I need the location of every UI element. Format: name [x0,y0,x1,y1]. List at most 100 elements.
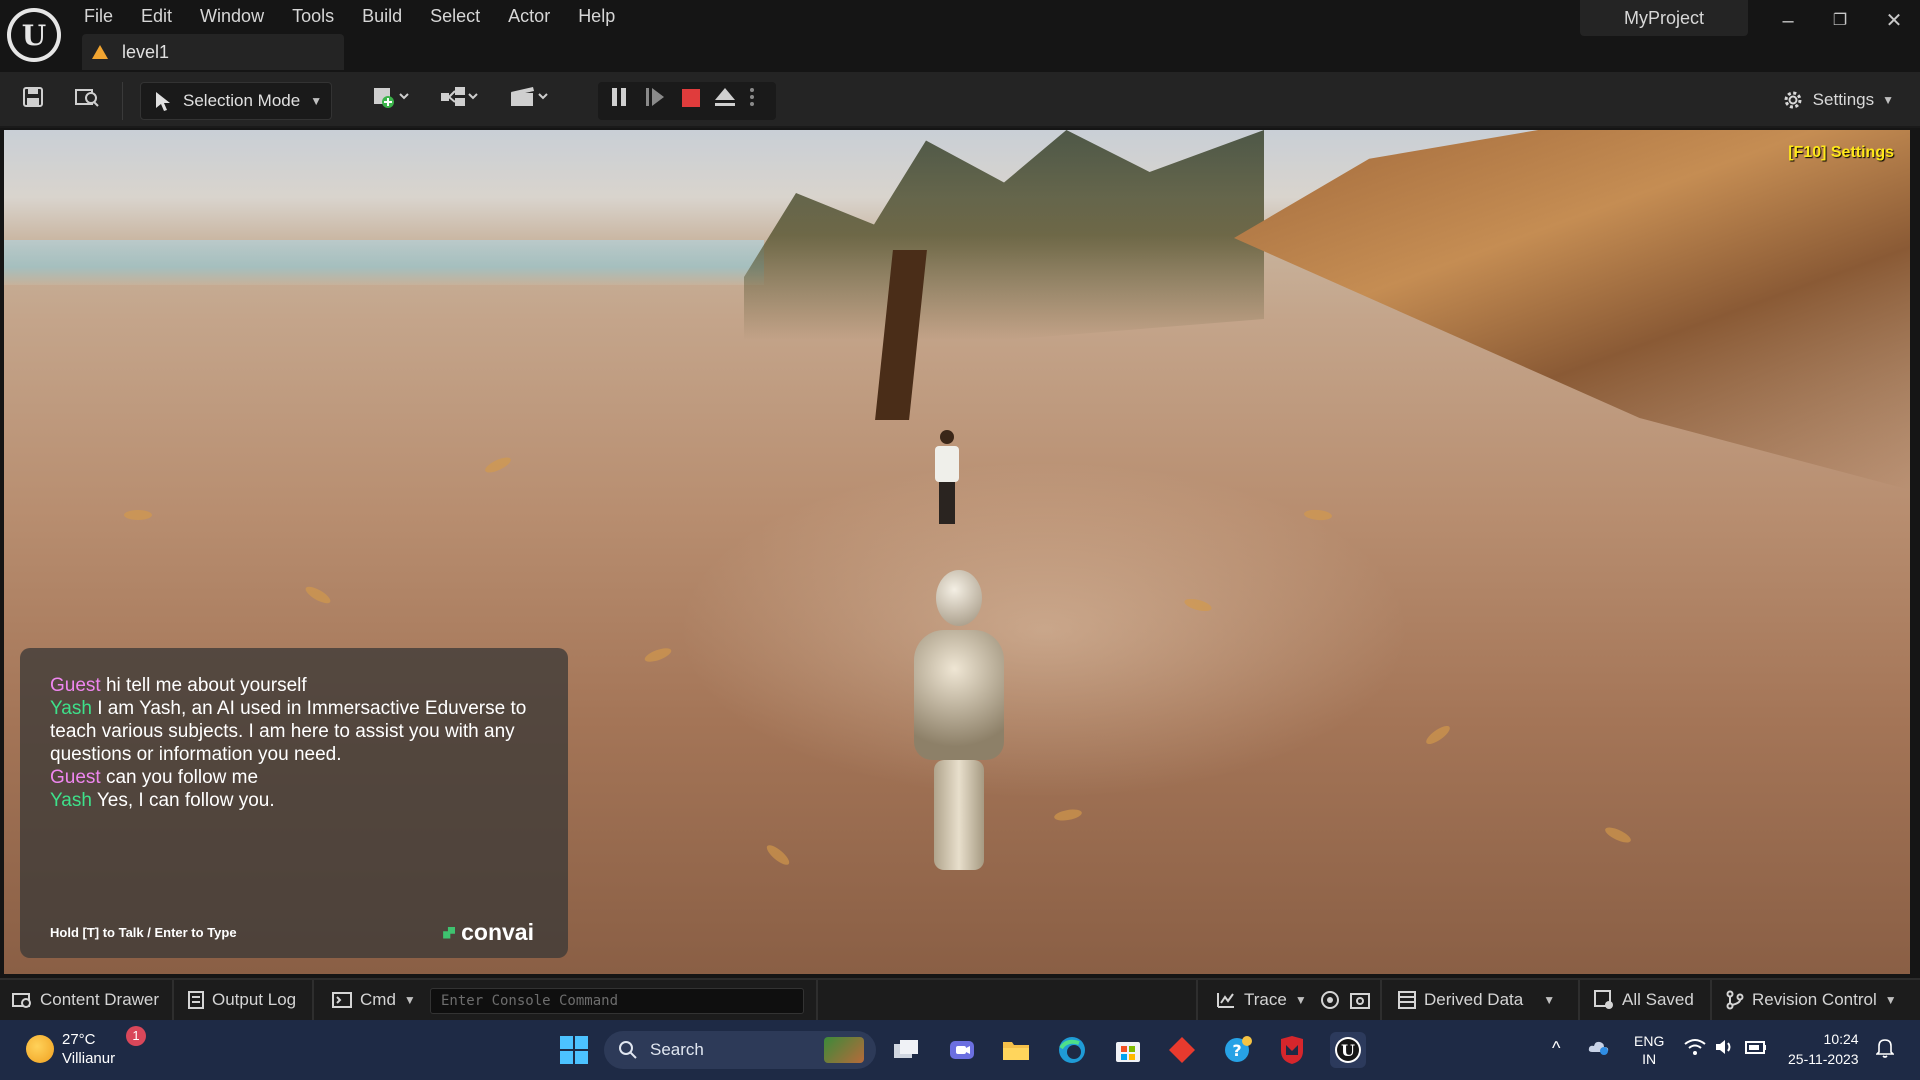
leaf-decoration [643,645,673,665]
all-saved-label: All Saved [1622,990,1694,1009]
screenshot-icon[interactable] [1350,980,1370,1020]
status-divider [172,980,174,1020]
teams-chat-icon[interactable] [944,1032,980,1068]
chat-speaker: Guest [50,675,101,696]
menu-actor[interactable]: Actor [494,4,564,28]
chevron-down-icon: ▼ [1543,993,1556,1007]
revision-control-dropdown[interactable]: Revision Control ▼ [1726,980,1897,1020]
status-divider [1578,980,1580,1020]
unreal-engine-taskbar-icon[interactable]: U [1330,1032,1366,1068]
stop-icon[interactable] [674,84,708,118]
game-viewport[interactable]: [F10] Settings Guest hi tell me about yo… [4,130,1910,974]
save-status-icon [1594,990,1613,1009]
svg-text:?: ? [1232,1041,1241,1060]
derived-data-dropdown[interactable]: Derived Data ▼ [1398,980,1555,1020]
chat-text: can you follow me [105,767,259,788]
volume-icon[interactable] [1714,1038,1736,1061]
toolbar: Selection Mode ▼ Settings ▼ [0,72,1920,128]
edge-browser-icon[interactable] [1054,1032,1090,1068]
chat-panel: Guest hi tell me about yourself Yash I a… [20,648,568,958]
unreal-logo-icon[interactable]: U [7,8,61,62]
leaf-decoration [124,510,152,520]
chat-text: Yes, I can follow you. [96,790,275,811]
chat-message: Guest hi tell me about yourself [50,674,550,697]
battery-icon[interactable] [1744,1038,1768,1061]
output-log-label: Output Log [212,990,297,1009]
convai-mark-icon [443,926,456,939]
f10-settings-hint[interactable]: [F10] Settings [1788,144,1894,162]
sea-scenery [4,240,764,285]
pause-icon[interactable] [602,84,636,118]
notification-bell-icon[interactable] [1875,1038,1895,1063]
browse-icon[interactable] [70,84,104,118]
mcafee-icon[interactable] [1274,1032,1310,1068]
chat-speaker: Yash [50,698,92,719]
clock-time: 10:24 [1823,1031,1859,1047]
restore-icon[interactable]: ❐ [1820,6,1860,36]
cinematics-icon[interactable] [506,84,554,118]
trace-icon [1217,993,1234,1008]
search-icon [619,1041,637,1059]
settings-label: Settings [1812,90,1875,109]
menu-select[interactable]: Select [416,4,494,28]
leaf-decoration [764,842,792,868]
weather-temp: 27°C [62,1031,96,1048]
input-language[interactable]: ENG IN [1634,1032,1664,1068]
editor-statusbar: Content Drawer Output Log Cmd ▼ Trace ▼ … [0,978,1920,1020]
notification-badge: 1 [126,1026,146,1046]
console-command-input[interactable] [430,988,804,1014]
taskbar-search[interactable]: Search [604,1031,876,1069]
system-clock[interactable]: 10:24 25-11-2023 [1788,1029,1859,1069]
status-divider [1710,980,1712,1020]
save-icon[interactable] [16,84,50,118]
cmd-dropdown[interactable]: Cmd ▼ [332,980,416,1020]
all-saved-button[interactable]: All Saved [1594,980,1694,1020]
menu-tools[interactable]: Tools [278,4,348,28]
selection-mode-dropdown[interactable]: Selection Mode ▼ [140,82,332,120]
chevron-down-icon: ▼ [403,993,416,1007]
tab-level[interactable]: level1 [82,34,344,70]
chat-text: I am Yash, an AI used in Immersactive Ed… [50,698,527,765]
menu-edit[interactable]: Edit [127,4,186,28]
output-log-button[interactable]: Output Log [188,980,296,1020]
trace-dropdown[interactable]: Trace ▼ [1216,980,1307,1020]
task-view-icon[interactable] [888,1032,924,1068]
content-drawer-button[interactable]: Content Drawer [12,980,159,1020]
record-icon[interactable] [1320,980,1340,1020]
status-divider [1196,980,1198,1020]
convai-logo: convai [443,919,534,946]
leaf-decoration [1603,824,1633,846]
leaf-decoration [1423,722,1453,748]
wifi-icon[interactable] [1684,1038,1706,1061]
eject-icon[interactable] [708,84,742,118]
settings-button[interactable]: Settings ▼ [1781,84,1894,116]
level-warning-icon [92,45,108,59]
git-app-icon[interactable] [1164,1032,1200,1068]
weather-widget[interactable]: 27°C Villianur [26,1030,115,1068]
more-icon[interactable] [744,84,760,118]
menu-window[interactable]: Window [186,4,278,28]
menu-file[interactable]: File [70,4,127,28]
log-icon [188,991,204,1009]
ms-store-icon[interactable] [1110,1032,1146,1068]
add-actor-icon[interactable] [368,84,416,118]
project-name: MyProject [1580,0,1748,36]
file-explorer-icon[interactable] [998,1032,1034,1068]
blueprint-icon[interactable] [436,84,484,118]
minimize-icon[interactable]: – [1768,6,1808,36]
leaf-decoration [1053,807,1083,823]
help-app-icon[interactable]: ? [1220,1032,1256,1068]
windows-start-icon[interactable] [556,1032,592,1068]
chevron-up-icon[interactable]: ^ [1552,1038,1560,1059]
menu-help[interactable]: Help [564,4,629,28]
onedrive-icon[interactable] [1588,1038,1610,1061]
resume-icon[interactable] [638,84,672,118]
weather-location: Villianur [62,1050,116,1067]
convai-brand-label: convai [461,919,534,945]
menu-build[interactable]: Build [348,4,416,28]
close-icon[interactable]: ✕ [1874,6,1914,36]
npc-character[interactable] [934,430,960,526]
palm-trees-scenery [744,130,1264,340]
weather-text: 27°C Villianur [62,1030,115,1068]
chevron-down-icon: ▼ [310,94,323,108]
